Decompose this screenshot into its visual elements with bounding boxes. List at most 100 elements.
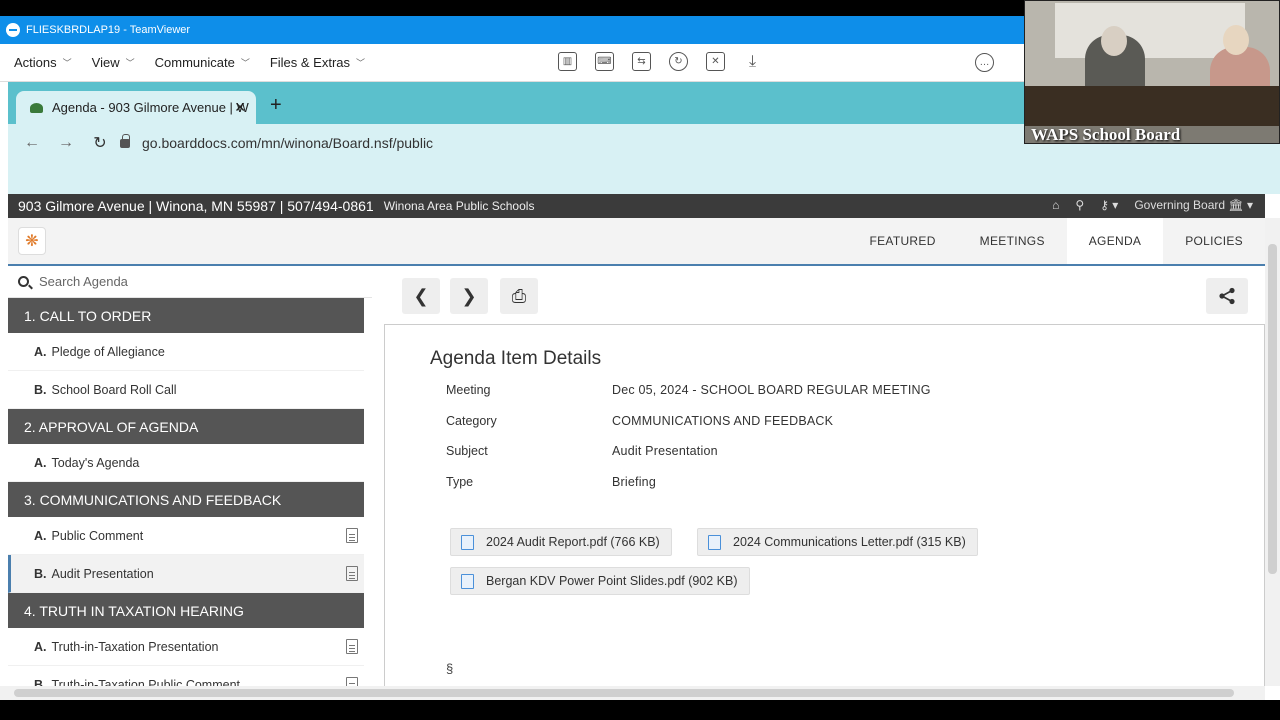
- new-tab-plus-icon[interactable]: +: [270, 94, 282, 117]
- agenda-section-1[interactable]: 1. CALL TO ORDER: [8, 298, 364, 333]
- attachment-label: 2024 Audit Report.pdf (766 KB): [486, 535, 660, 549]
- item-label: Public Comment: [51, 528, 144, 543]
- chat-icon[interactable]: …: [975, 53, 994, 72]
- home-icon[interactable]: ⌂: [1052, 198, 1059, 212]
- share-button[interactable]: [1206, 278, 1248, 314]
- item-label: Pledge of Allegiance: [51, 344, 165, 359]
- attachment-power-point-slides[interactable]: Bergan KDV Power Point Slides.pdf (902 K…: [450, 567, 750, 595]
- nav-policies[interactable]: POLICIES: [1163, 218, 1265, 264]
- agenda-section-4[interactable]: 4. TRUTH IN TAXATION HEARING: [8, 593, 364, 628]
- lock-icon: [120, 133, 130, 148]
- scroll-thumb[interactable]: [1268, 244, 1277, 574]
- forward-arrow-icon[interactable]: →: [56, 134, 76, 152]
- item-label: Truth-in-Taxation Public Comment: [51, 677, 241, 687]
- agenda-item-3b[interactable]: B. Audit Presentation: [8, 555, 364, 593]
- item-letter: A.: [34, 455, 47, 470]
- item-letter: B.: [34, 566, 47, 581]
- attachment-label: 2024 Communications Letter.pdf (315 KB): [733, 535, 966, 549]
- search-icon[interactable]: ⚲: [1075, 198, 1084, 212]
- menu-communicate[interactable]: Communicate ﹀: [155, 55, 250, 70]
- agenda-item-3a[interactable]: A. Public Comment: [8, 517, 364, 555]
- menu-view-label: View: [91, 55, 120, 70]
- video-overlay: WAPS School Board: [1024, 0, 1280, 144]
- bottom-strip: [0, 700, 1280, 720]
- nav-agenda[interactable]: AGENDA: [1066, 218, 1164, 264]
- scroll-thumb[interactable]: [14, 689, 1234, 697]
- subject-value: Audit Presentation: [612, 444, 718, 458]
- video-table: [1025, 86, 1279, 126]
- agenda-item-2a[interactable]: A. Today's Agenda: [8, 444, 364, 482]
- close-icon[interactable]: ✕: [234, 99, 246, 116]
- share-icon: [1219, 287, 1235, 305]
- details-title: Agenda Item Details: [430, 348, 602, 369]
- agenda-item-1a[interactable]: A. Pledge of Allegiance: [8, 333, 364, 371]
- block-input-icon[interactable]: ✕: [706, 52, 725, 71]
- site-header: 903 Gilmore Avenue | Winona, MN 55987 | …: [8, 194, 1265, 218]
- chevron-down-icon: ﹀: [356, 58, 366, 68]
- section-mark: §: [446, 661, 454, 676]
- document-icon: [346, 566, 358, 581]
- chevron-down-icon: ﹀: [240, 58, 250, 68]
- document-icon: [346, 677, 358, 686]
- tree-favicon-icon: [30, 102, 43, 113]
- menu-files-extras[interactable]: Files & Extras ﹀: [270, 55, 365, 70]
- agenda-sidebar: Search Agenda 1. CALL TO ORDER A. Pledge …: [8, 266, 372, 686]
- pdf-file-icon: [708, 534, 721, 550]
- reload-icon[interactable]: ↻: [90, 133, 110, 153]
- section-title: 2. APPROVAL OF AGENDA: [24, 418, 199, 435]
- page-horizontal-scrollbar[interactable]: [0, 686, 1265, 700]
- agenda-item-1b[interactable]: B. School Board Roll Call: [8, 371, 364, 409]
- item-letter: B.: [34, 677, 47, 687]
- chevron-left-icon: ❮: [413, 285, 429, 306]
- attachment-audit-report[interactable]: 2024 Audit Report.pdf (766 KB): [450, 528, 672, 556]
- menu-view[interactable]: View ﹀: [92, 55, 135, 70]
- search-icon: [18, 276, 29, 287]
- user-lock-icon[interactable]: ⚷ ▾: [1100, 198, 1118, 212]
- menu-files-extras-label: Files & Extras: [269, 55, 351, 70]
- pdf-file-icon: [461, 573, 474, 589]
- item-label: Audit Presentation: [51, 566, 154, 581]
- document-icon: [346, 639, 358, 654]
- category-value: COMMUNICATIONS AND FEEDBACK: [612, 414, 834, 428]
- video-person-head: [1223, 25, 1249, 55]
- search-placeholder: Search Agenda: [39, 274, 128, 289]
- stats-icon[interactable]: ▥: [558, 52, 577, 71]
- print-button[interactable]: ⎙: [500, 278, 538, 314]
- teamviewer-right-icons: …: [975, 53, 994, 72]
- agenda-item-4a[interactable]: A. Truth-in-Taxation Presentation: [8, 628, 364, 666]
- page-vertical-scrollbar[interactable]: [1265, 218, 1280, 686]
- governing-board-menu[interactable]: Governing Board 🏛 ▾: [1134, 198, 1253, 212]
- agenda-section-2[interactable]: 2. APPROVAL OF AGENDA: [8, 409, 364, 444]
- pdf-file-icon: [461, 534, 474, 550]
- next-item-button[interactable]: ❯: [450, 278, 488, 314]
- district-logo-icon[interactable]: ❋: [18, 227, 46, 255]
- item-label: Today's Agenda: [51, 455, 140, 470]
- type-label: Type: [446, 475, 474, 489]
- browser-tab[interactable]: Agenda - 903 Gilmore Avenue | W ✕: [16, 91, 256, 124]
- menu-actions[interactable]: Actions ﹀: [14, 55, 72, 70]
- nav-featured[interactable]: FEATURED: [847, 218, 957, 264]
- nav-meetings[interactable]: MEETINGS: [958, 218, 1067, 264]
- teamviewer-toolbar-icons: ▥ ⌨ ⇆ ↻ ✕ ⤓: [558, 52, 762, 71]
- section-title: 1. CALL TO ORDER: [24, 307, 152, 324]
- printer-icon: ⎙: [511, 285, 527, 306]
- search-agenda-input[interactable]: Search Agenda: [8, 266, 372, 298]
- attachment-communications-letter[interactable]: 2024 Communications Letter.pdf (315 KB): [697, 528, 978, 556]
- video-caption: WAPS School Board: [1031, 125, 1181, 144]
- teamviewer-logo-icon: [6, 23, 20, 37]
- keyboard-icon[interactable]: ⌨: [595, 52, 614, 71]
- video-whiteboard: [1055, 3, 1245, 58]
- agenda-section-3[interactable]: 3. COMMUNICATIONS AND FEEDBACK: [8, 482, 364, 517]
- file-transfer-icon[interactable]: ⇆: [632, 52, 651, 71]
- building-icon: 🏛: [1228, 198, 1244, 212]
- address-bar[interactable]: go.boarddocs.com/mn/winona/Board.nsf/pub…: [120, 130, 1020, 156]
- previous-item-button[interactable]: ❮: [402, 278, 440, 314]
- section-title: 3. COMMUNICATIONS AND FEEDBACK: [24, 491, 282, 508]
- refresh-icon[interactable]: ↻: [669, 52, 688, 71]
- governing-board-label: Governing Board: [1134, 198, 1226, 212]
- download-icon[interactable]: ⤓: [743, 52, 762, 71]
- item-label: School Board Roll Call: [51, 382, 177, 397]
- agenda-item-4b[interactable]: B. Truth-in-Taxation Public Comment: [8, 666, 364, 686]
- back-arrow-icon[interactable]: ←: [22, 134, 42, 152]
- category-label: Category: [446, 414, 497, 428]
